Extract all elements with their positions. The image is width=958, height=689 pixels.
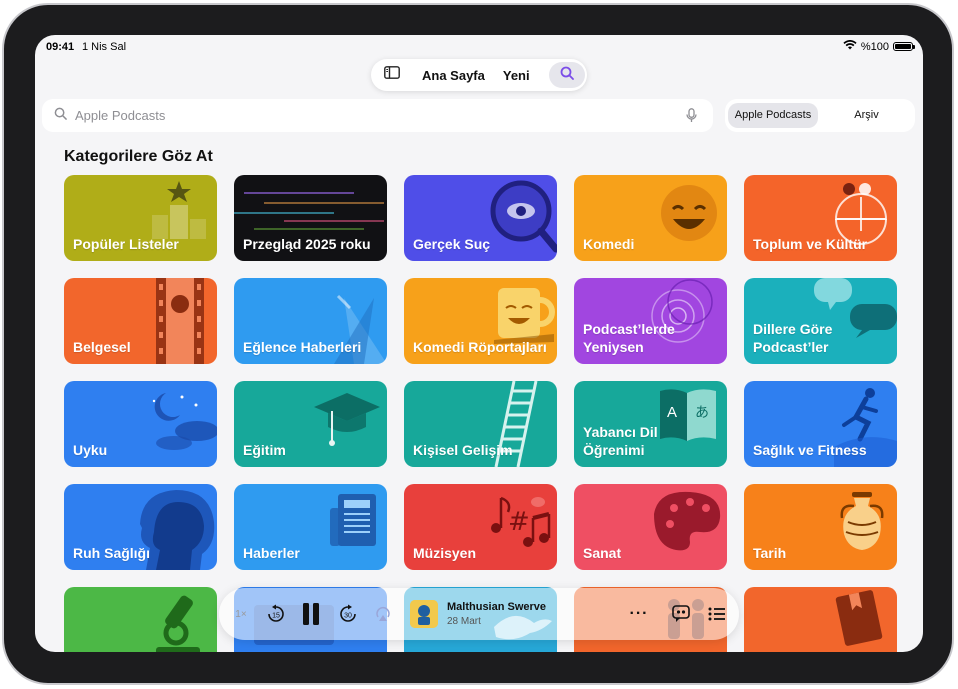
category-label: Belgesel xyxy=(73,339,131,355)
bookmark-book-icon xyxy=(835,590,883,646)
airplay-icon xyxy=(376,607,390,621)
category-label: Podcast’lerde Yeniysen xyxy=(583,321,675,355)
queue-button[interactable] xyxy=(703,600,731,628)
category-tile-science[interactable] xyxy=(64,587,217,652)
mini-player: 1× 15 30 Malthusian Swerve 28 Mart ··· xyxy=(219,588,739,640)
search-icon xyxy=(54,107,67,125)
category-tile-comedy[interactable]: Komedi xyxy=(574,175,727,261)
category-tile-history[interactable]: Tarih xyxy=(744,484,897,570)
search-input[interactable] xyxy=(73,107,657,124)
category-tile-education[interactable]: Eğitim xyxy=(234,381,387,467)
category-label: Tarih xyxy=(753,545,787,561)
pause-icon xyxy=(303,603,319,625)
pause-button[interactable] xyxy=(297,600,325,628)
queue-list-icon xyxy=(708,607,725,621)
category-tile-musician[interactable]: # Müzisyen xyxy=(404,484,557,570)
battery-icon xyxy=(893,42,915,51)
category-tile-year-review[interactable]: Przegląd 2025 roku xyxy=(234,175,387,261)
category-label: Sanat xyxy=(583,545,622,561)
category-label: Toplum ve Kültür xyxy=(753,236,868,252)
category-label: Uyku xyxy=(73,442,108,458)
playback-speed-label: 1× xyxy=(235,608,247,620)
category-label: Eğlence Haberleri xyxy=(243,339,362,355)
svg-text:A: A xyxy=(667,404,677,421)
category-tile-documentary[interactable]: Belgesel xyxy=(64,278,217,364)
category-tile-language-learning[interactable]: A あ Yabancı Dil Öğrenimi xyxy=(574,381,727,467)
search-field xyxy=(42,99,713,132)
category-tile-mental-health[interactable]: Ruh Sağlığı xyxy=(64,484,217,570)
svg-text:あ: あ xyxy=(695,405,709,421)
category-tile-entertainment-news[interactable]: Eğlence Haberleri xyxy=(234,278,387,364)
episode-title[interactable]: Malthusian Swerve xyxy=(447,601,546,613)
scope-apple-podcasts[interactable]: Apple Podcasts xyxy=(728,103,818,128)
episode-date: 28 Mart xyxy=(447,616,481,627)
search-icon xyxy=(560,66,574,85)
category-label: Haberler xyxy=(243,545,300,561)
category-label: Sağlık ve Fitness xyxy=(753,442,867,458)
microscope-icon xyxy=(156,595,200,652)
category-tile-society-culture[interactable]: Toplum ve Kültür xyxy=(744,175,897,261)
category-label: Przegląd 2025 roku xyxy=(243,236,371,252)
microphone-icon[interactable] xyxy=(686,108,697,128)
status-date: 1 Nis Sal xyxy=(82,41,127,53)
category-tile-arts[interactable]: Sanat xyxy=(574,484,727,570)
category-tile-news[interactable]: Haberler xyxy=(234,484,387,570)
sidebar-icon xyxy=(384,66,400,84)
skip-forward-icon: 30 xyxy=(340,604,356,622)
category-tile-self-improvement[interactable]: Kişisel Gelişim xyxy=(404,381,557,467)
more-icon: ··· xyxy=(629,605,649,622)
category-label: Komedi xyxy=(583,236,635,252)
status-time: 09:41 xyxy=(46,41,75,53)
category-label: Kişisel Gelişim xyxy=(413,442,513,458)
category-tile-health-fitness[interactable]: Sağlık ve Fitness xyxy=(744,381,897,467)
section-title: Kategorilere Göz At xyxy=(64,148,213,165)
skip-forward-seconds: 30 xyxy=(344,613,352,620)
category-label: Dillere Göre Podcast’ler xyxy=(753,321,833,355)
category-label: Eğitim xyxy=(243,442,286,458)
category-label: Ruh Sağlığı xyxy=(73,545,150,561)
status-bar: 09:41 1 Nis Sal %100 xyxy=(35,35,923,61)
tab-home[interactable]: Ana Sayfa xyxy=(413,68,494,83)
category-label: Komedi Röportajları xyxy=(413,339,547,355)
category-tile-sleep[interactable]: Uyku xyxy=(64,381,217,467)
skip-back-icon: 15 xyxy=(268,604,284,622)
transcript-button[interactable] xyxy=(667,600,695,628)
category-tile-true-crime[interactable]: Gerçek Suç xyxy=(404,175,557,261)
episode-artwork-icon xyxy=(410,600,438,628)
category-label: Müzisyen xyxy=(413,545,477,561)
episode-artwork[interactable] xyxy=(410,600,438,628)
category-tile-popular-charts[interactable]: Popüler Listeler xyxy=(64,175,217,261)
wifi-icon xyxy=(843,39,857,53)
category-tile-podcasts-by-language[interactable]: Dillere Göre Podcast’ler xyxy=(744,278,897,364)
battery-percent: %100 xyxy=(860,40,889,53)
top-nav: Ana Sayfa Yeni xyxy=(371,59,587,91)
sidebar-toggle-button[interactable] xyxy=(371,59,413,91)
svg-text:#: # xyxy=(508,507,530,537)
status-right: %100 xyxy=(843,39,915,53)
more-options-button[interactable]: ··· xyxy=(625,600,653,628)
skip-back-button[interactable]: 15 xyxy=(262,600,290,628)
category-label: Gerçek Suç xyxy=(413,236,491,252)
category-tile-row5-5[interactable] xyxy=(744,587,897,652)
category-label: Yabancı Dil Öğrenimi xyxy=(583,424,658,458)
search-tab-button[interactable] xyxy=(549,62,585,88)
skip-back-seconds: 15 xyxy=(272,613,280,620)
airplay-button[interactable] xyxy=(369,600,397,628)
skip-forward-button[interactable]: 30 xyxy=(334,600,362,628)
tab-new[interactable]: Yeni xyxy=(494,68,539,83)
category-tile-comedy-interviews[interactable]: Komedi Röportajları xyxy=(404,278,557,364)
screen: 09:41 1 Nis Sal %100 Ana Sayfa Yeni Appl… xyxy=(35,35,923,652)
scope-segmented-control: Apple Podcasts Arşiv xyxy=(725,99,915,132)
category-label: Popüler Listeler xyxy=(73,236,179,252)
category-tile-new-to-podcasts[interactable]: Podcast’lerde Yeniysen xyxy=(574,278,727,364)
playback-speed-button[interactable]: 1× xyxy=(227,600,255,628)
scope-archive[interactable]: Arşiv xyxy=(821,103,912,128)
transcript-quote-icon xyxy=(672,605,690,622)
